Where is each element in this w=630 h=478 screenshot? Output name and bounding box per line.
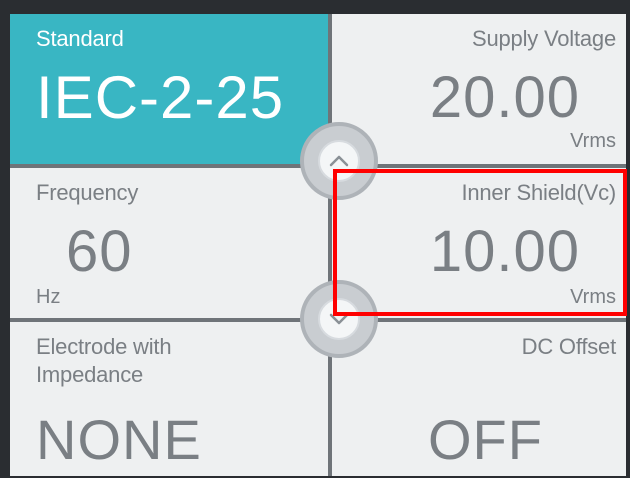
- electrode-tile[interactable]: Electrode with Impedance NONE: [10, 322, 328, 476]
- supply-voltage-value: 20.00: [429, 65, 580, 130]
- electrode-value: NONE: [36, 408, 202, 471]
- dc-offset-label: DC Offset: [521, 334, 617, 359]
- inner-shield-highlight-box: [333, 169, 627, 316]
- dc-offset-tile[interactable]: DC Offset OFF: [332, 322, 626, 476]
- supply-voltage-label: Supply Voltage: [472, 26, 616, 51]
- chevron-up-icon: [329, 155, 349, 167]
- standard-value: IEC-2-25: [36, 64, 285, 131]
- electrode-label-line1: Electrode with: [36, 334, 172, 359]
- supply-voltage-tile[interactable]: Supply Voltage 20.00 Vrms: [332, 14, 626, 164]
- dc-offset-value: OFF: [428, 408, 543, 471]
- frequency-value: 60: [66, 219, 133, 284]
- electrode-label-line2: Impedance: [36, 362, 144, 387]
- frequency-tile[interactable]: Frequency 60 Hz: [10, 168, 328, 318]
- standard-label: Standard: [36, 26, 124, 51]
- frequency-label: Frequency: [36, 180, 139, 205]
- supply-voltage-unit: Vrms: [570, 130, 616, 152]
- frequency-unit: Hz: [36, 286, 61, 308]
- standard-tile[interactable]: Standard IEC-2-25: [10, 14, 328, 164]
